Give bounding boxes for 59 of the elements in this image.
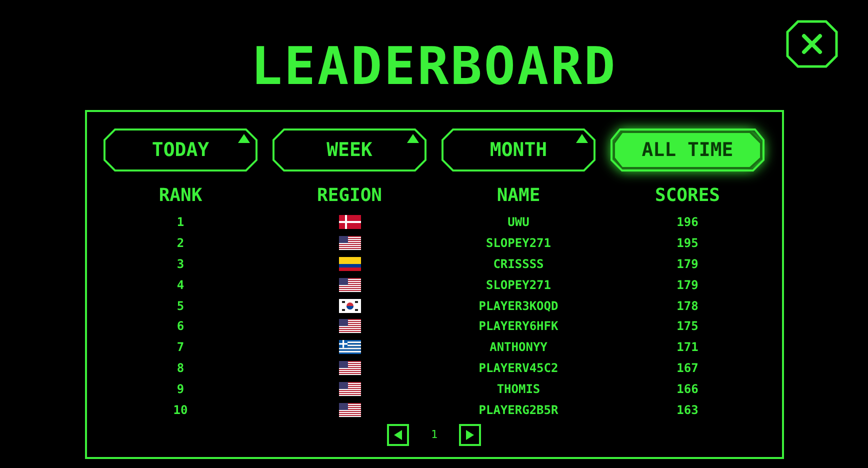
score-cell: 166 bbox=[676, 380, 698, 397]
next-page-button[interactable] bbox=[459, 424, 481, 446]
flag-icon bbox=[338, 236, 360, 250]
column-header: NAME bbox=[496, 184, 540, 208]
player-name-cell: ANTHONYY bbox=[490, 339, 548, 356]
flag-icon bbox=[338, 256, 360, 271]
score-cell: 163 bbox=[676, 402, 698, 418]
flag-icon bbox=[338, 278, 360, 292]
close-icon bbox=[801, 33, 823, 55]
rank-cell: 4 bbox=[176, 276, 184, 293]
flag-icon bbox=[338, 382, 360, 396]
flag-icon bbox=[338, 402, 360, 417]
rank-cell: 6 bbox=[176, 318, 184, 334]
rank-cell: 9 bbox=[176, 380, 184, 397]
right-triangle-icon bbox=[466, 430, 474, 440]
triangle-icon bbox=[576, 134, 588, 143]
left-triangle-icon bbox=[394, 430, 402, 440]
triangle-icon bbox=[238, 134, 250, 143]
rank-cell: 8 bbox=[176, 360, 184, 376]
player-name-cell: PLAYERY6HFK bbox=[478, 318, 558, 334]
rank-cell: 1 bbox=[176, 214, 184, 230]
player-name-cell: UWU bbox=[508, 214, 530, 230]
period-tab[interactable]: ALL TIME bbox=[610, 128, 765, 172]
player-name-cell: SLOPEY271 bbox=[486, 235, 552, 252]
flag-icon bbox=[338, 360, 360, 375]
player-name-cell: SLOPEY271 bbox=[486, 276, 552, 293]
triangle-icon bbox=[407, 134, 419, 143]
period-tab[interactable]: MONTH bbox=[441, 128, 596, 172]
player-name-cell: PLAYERV45C2 bbox=[478, 360, 558, 376]
player-name-cell: CRISSSS bbox=[493, 256, 544, 272]
score-cell: 167 bbox=[676, 360, 698, 376]
page-number: 1 bbox=[431, 426, 437, 443]
leaderboard-title: LEADERBOARD bbox=[250, 38, 618, 96]
score-cell: 179 bbox=[676, 276, 698, 293]
rank-cell: 7 bbox=[176, 339, 184, 356]
score-cell: 178 bbox=[676, 298, 698, 314]
rank-cell: 10 bbox=[173, 402, 188, 418]
flag-icon bbox=[338, 298, 360, 313]
player-name-cell: PLAYERG2B5R bbox=[478, 402, 558, 418]
rank-cell: 5 bbox=[176, 298, 184, 314]
period-tab[interactable]: TODAY bbox=[103, 128, 258, 172]
score-cell: 171 bbox=[676, 339, 698, 356]
flag-icon bbox=[338, 340, 360, 354]
column-header: SCORES bbox=[654, 184, 720, 208]
close-button[interactable] bbox=[786, 20, 838, 68]
player-name-cell: THOMIS bbox=[496, 380, 540, 397]
previous-page-button[interactable] bbox=[387, 424, 409, 446]
column-header: REGION bbox=[316, 184, 382, 208]
flag-icon bbox=[338, 319, 360, 334]
score-cell: 195 bbox=[676, 235, 698, 252]
score-cell: 175 bbox=[676, 318, 698, 334]
rank-cell: 3 bbox=[176, 256, 184, 272]
flag-icon bbox=[338, 215, 360, 230]
rank-cell: 2 bbox=[176, 235, 184, 252]
score-cell: 196 bbox=[676, 214, 698, 230]
score-cell: 179 bbox=[676, 256, 698, 272]
column-header: RANK bbox=[158, 184, 202, 208]
period-tab[interactable]: WEEK bbox=[272, 128, 427, 172]
player-name-cell: PLAYER3KOQD bbox=[478, 298, 558, 314]
